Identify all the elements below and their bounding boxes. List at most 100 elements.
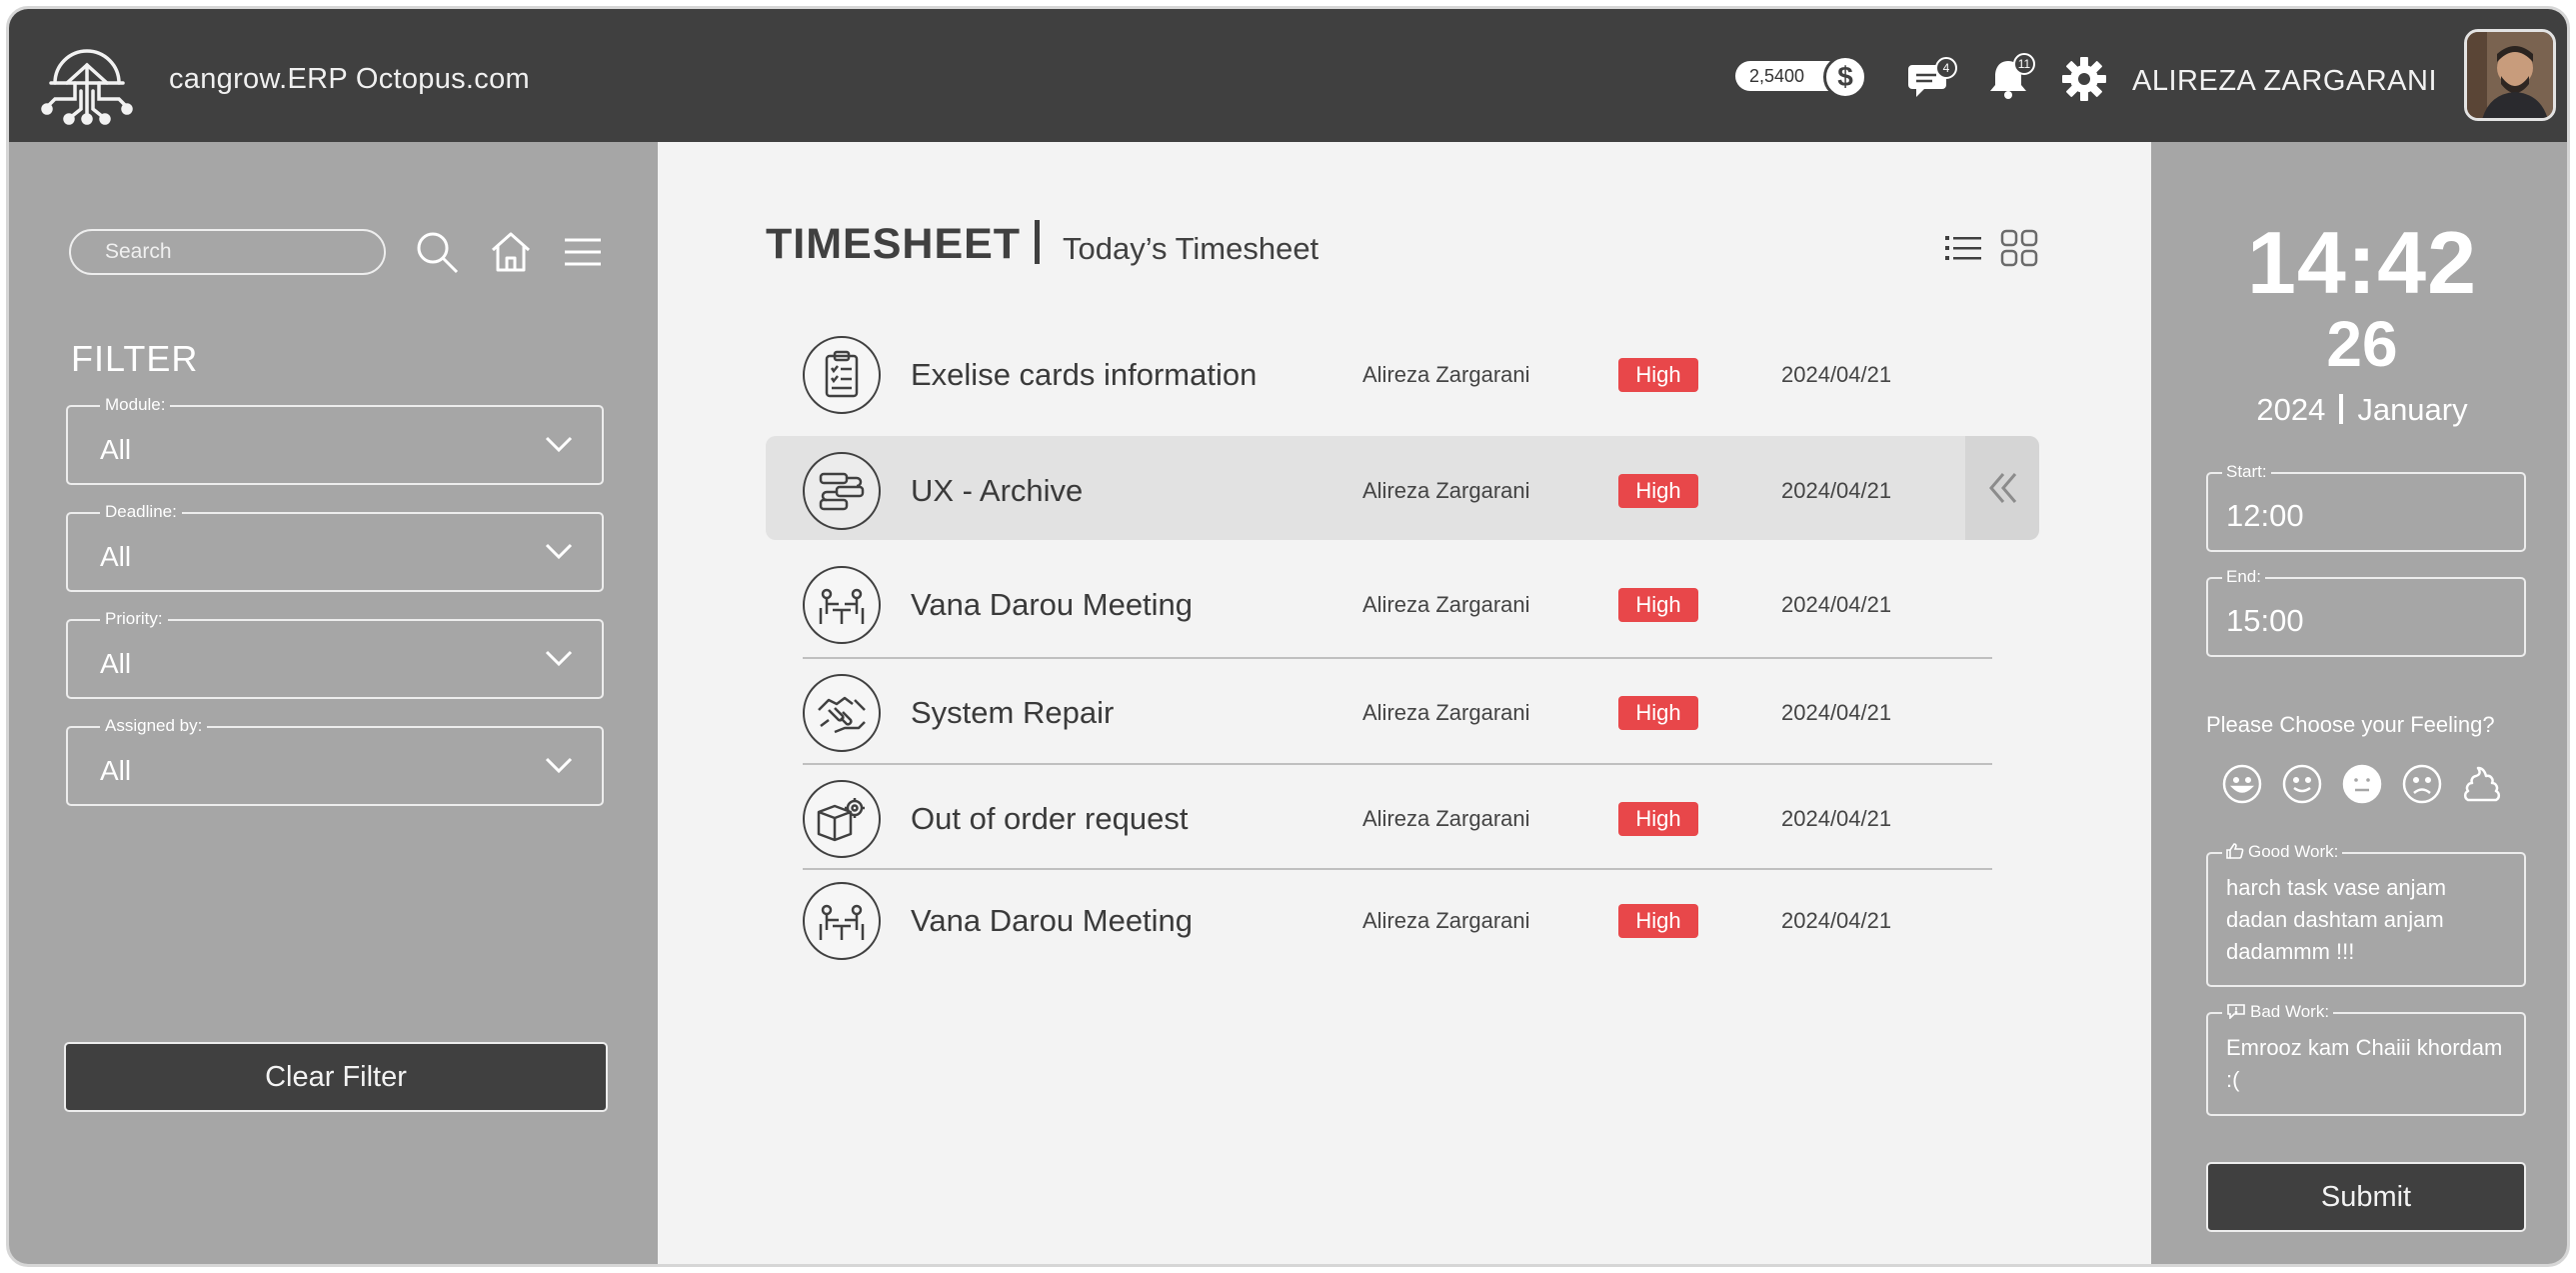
neutral-emoji-icon[interactable] xyxy=(2340,762,2384,806)
menu-icon[interactable] xyxy=(559,228,607,276)
list-view-icon[interactable] xyxy=(1943,228,1983,268)
task-assignee: Alireza Zargarani xyxy=(1362,908,1530,933)
user-name[interactable]: ALIREZA ZARGARANI xyxy=(2132,65,2437,98)
user-avatar[interactable] xyxy=(2464,29,2556,121)
assigned-by-filter-select[interactable]: Assigned by: All xyxy=(66,716,604,806)
bad-work-label-text: Bad Work: xyxy=(2250,1002,2330,1021)
task-row[interactable]: Vana Darou Meeting Alireza Zargarani Hig… xyxy=(766,550,2039,654)
task-date: 2024/04/21 xyxy=(1781,478,1892,503)
top-bar: cangrow.ERP Octopus.com 2,5400 $ 4 11 AL… xyxy=(9,9,2567,142)
current-day: 26 xyxy=(2326,308,2398,380)
chevron-down-icon xyxy=(545,543,573,560)
filter-label: Module: xyxy=(100,395,171,415)
task-name: UX - Archive xyxy=(911,473,1084,508)
page-title: TIMESHEET xyxy=(766,220,1022,268)
octopus-logo-icon[interactable] xyxy=(37,25,137,127)
task-row[interactable]: Exelise cards information Alireza Zargar… xyxy=(766,320,2039,424)
filter-value: All xyxy=(100,434,132,465)
submit-button[interactable]: Submit xyxy=(2206,1162,2526,1232)
happy-emoji-icon[interactable] xyxy=(2280,762,2324,806)
priority-badge: High xyxy=(1618,904,1698,938)
bad-work-text: Emrooz kam Chaiii khordam :( xyxy=(2226,1035,2503,1092)
start-time-label: Start: xyxy=(2222,462,2271,482)
deadline-filter-select[interactable]: Deadline: All xyxy=(66,502,604,592)
task-assignee: Alireza Zargarani xyxy=(1362,362,1530,387)
priority-badge: High xyxy=(1618,588,1698,622)
box-gear-icon xyxy=(803,780,881,858)
priority-badge: High xyxy=(1618,358,1698,392)
good-work-text: harch task vase anjam dadan dashtam anja… xyxy=(2226,875,2447,964)
chevron-down-icon xyxy=(545,436,573,453)
task-row[interactable]: Out of order request Alireza Zargarani H… xyxy=(766,764,2039,868)
task-name: Out of order request xyxy=(911,801,1189,836)
filter-value: All xyxy=(100,755,132,786)
clipboard-icon xyxy=(803,336,881,414)
start-time-value: 12:00 xyxy=(2226,498,2304,533)
priority-filter-select[interactable]: Priority: All xyxy=(66,609,604,699)
task-row[interactable]: Vana Darou Meeting Alireza Zargarani Hig… xyxy=(766,866,2039,970)
filter-title: FILTER xyxy=(71,338,199,379)
priority-badge: High xyxy=(1618,474,1698,508)
filter-label: Priority: xyxy=(100,609,168,629)
task-name: Vana Darou Meeting xyxy=(911,587,1194,622)
notifications-count-badge: 11 xyxy=(2013,53,2035,75)
clear-filter-button[interactable]: Clear Filter xyxy=(64,1042,608,1112)
priority-badge: High xyxy=(1618,802,1698,836)
end-time-label: End: xyxy=(2222,567,2265,587)
search-icon[interactable] xyxy=(413,228,461,276)
settings-gear-icon[interactable] xyxy=(2060,55,2108,103)
site-name: cangrow.ERP Octopus.com xyxy=(169,63,530,95)
comment-alert-icon xyxy=(2227,1004,2245,1020)
title-separator xyxy=(1035,220,1040,264)
bad-work-textarea[interactable]: Bad Work: Emrooz kam Chaiii khordam :( xyxy=(2206,1002,2526,1116)
task-name: System Repair xyxy=(911,695,1115,730)
sad-emoji-icon[interactable] xyxy=(2400,762,2444,806)
page-subtitle: Today’s Timesheet xyxy=(1063,231,1319,266)
task-name: Vana Darou Meeting xyxy=(911,903,1194,938)
chevron-down-icon xyxy=(545,650,573,667)
workflow-icon xyxy=(803,452,881,530)
handshake-icon xyxy=(803,674,881,752)
good-work-textarea[interactable]: Good Work: harch task vase anjam dadan d… xyxy=(2206,842,2526,987)
chevron-down-icon xyxy=(545,757,573,774)
good-work-label-text: Good Work: xyxy=(2248,842,2339,861)
grid-view-icon[interactable] xyxy=(1999,228,2039,268)
task-date: 2024/04/21 xyxy=(1781,908,1892,933)
search-input[interactable] xyxy=(69,229,386,275)
time-entry-panel: 14:42 26 2024 January Start: 12:00 End: 1… xyxy=(2151,142,2567,1264)
task-assignee: Alireza Zargarani xyxy=(1362,806,1530,831)
home-icon[interactable] xyxy=(487,228,535,276)
very-happy-emoji-icon[interactable] xyxy=(2220,762,2264,806)
poop-emoji-icon[interactable] xyxy=(2460,762,2504,806)
year-month: 2024 January xyxy=(2151,392,2567,428)
messages-count-badge: 4 xyxy=(1935,57,1957,79)
task-date: 2024/04/21 xyxy=(1781,700,1892,725)
avatar-portrait-icon xyxy=(2467,32,2553,118)
filter-sidebar: FILTER Module: All Deadline: All Priorit… xyxy=(9,142,658,1264)
end-time-field[interactable]: End: 15:00 xyxy=(2206,567,2526,657)
priority-badge: High xyxy=(1618,696,1698,730)
current-time: 14:42 xyxy=(2246,213,2478,312)
filter-label: Assigned by: xyxy=(100,716,208,736)
row-expand-handle[interactable] xyxy=(1965,436,2039,540)
thumbs-up-icon xyxy=(2226,843,2244,859)
double-chevron-left-icon xyxy=(1989,473,2017,503)
filter-value: All xyxy=(100,648,132,679)
date-separator xyxy=(2339,394,2344,424)
task-row[interactable]: System Repair Alireza Zargarani High 202… xyxy=(766,658,2039,762)
module-filter-select[interactable]: Module: All xyxy=(66,395,604,485)
good-work-label: Good Work: xyxy=(2222,842,2343,862)
task-name: Exelise cards information xyxy=(911,357,1258,392)
task-assignee: Alireza Zargarani xyxy=(1362,700,1530,725)
bad-work-label: Bad Work: xyxy=(2222,1002,2334,1022)
dollar-icon[interactable]: $ xyxy=(1823,55,1867,99)
feeling-question: Please Choose your Feeling? xyxy=(2206,712,2495,737)
task-row-selected[interactable]: UX - Archive Alireza Zargarani High 2024… xyxy=(766,436,2039,540)
meeting-icon xyxy=(803,566,881,644)
task-date: 2024/04/21 xyxy=(1781,806,1892,831)
start-time-field[interactable]: Start: 12:00 xyxy=(2206,462,2526,552)
filter-label: Deadline: xyxy=(100,502,182,522)
task-date: 2024/04/21 xyxy=(1781,592,1892,617)
current-year: 2024 xyxy=(2256,392,2326,427)
meeting-icon xyxy=(803,882,881,960)
